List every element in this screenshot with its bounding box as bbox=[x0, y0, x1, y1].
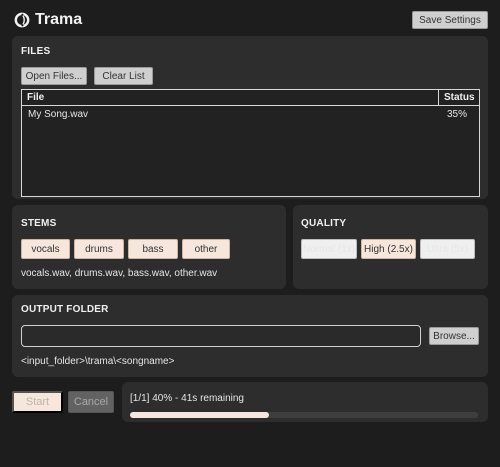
progress-percent: 40% bbox=[152, 393, 173, 404]
file-name-cell: My Song.wav bbox=[28, 109, 89, 120]
output-folder-input[interactable] bbox=[21, 325, 421, 347]
output-title: OUTPUT FOLDER bbox=[21, 304, 109, 315]
file-status-cell: 35% bbox=[446, 109, 467, 120]
quality-high-button[interactable]: High (2.5x) bbox=[361, 239, 416, 259]
quality-title: QUALITY bbox=[301, 218, 347, 229]
progress-remaining: 41s remaining bbox=[181, 393, 244, 404]
quality-ultra-button[interactable]: Ultra (5x) bbox=[420, 239, 475, 259]
progress-separator: - bbox=[175, 393, 179, 404]
progress-bar bbox=[130, 412, 478, 418]
progress-fill bbox=[130, 412, 270, 418]
cancel-button[interactable]: Cancel bbox=[68, 391, 114, 413]
stem-chip-other[interactable]: other bbox=[182, 239, 230, 259]
progress-status: [1/1] 40% - 41s remaining bbox=[130, 393, 244, 404]
start-button[interactable]: Start bbox=[12, 391, 63, 413]
file-table-header: File Status bbox=[22, 90, 479, 106]
progress-counter: [1/1] bbox=[130, 393, 150, 404]
clear-list-button[interactable]: Clear List bbox=[94, 67, 153, 85]
stem-chip-drums[interactable]: drums bbox=[74, 239, 124, 259]
stems-title: STEMS bbox=[21, 218, 57, 229]
output-pattern: <input_folder>\trama\<songname> bbox=[21, 356, 175, 367]
trama-logo-icon bbox=[14, 12, 30, 28]
files-title: FILES bbox=[21, 46, 51, 57]
quality-normal-button[interactable]: Normal (1x) bbox=[301, 239, 357, 259]
app-title: Trama bbox=[35, 11, 83, 28]
open-files-button[interactable]: Open Files... bbox=[21, 67, 87, 85]
table-row[interactable]: My Song.wav 35% bbox=[22, 107, 479, 121]
file-table[interactable]: File Status My Song.wav 35% bbox=[21, 89, 480, 197]
column-header-status[interactable]: Status bbox=[444, 92, 475, 103]
stem-chip-vocals[interactable]: vocals bbox=[21, 239, 70, 259]
stems-summary: vocals.wav, drums.wav, bass.wav, other.w… bbox=[21, 268, 218, 279]
stem-chip-bass[interactable]: bass bbox=[128, 239, 178, 259]
column-divider bbox=[438, 90, 439, 106]
column-header-file[interactable]: File bbox=[27, 92, 44, 103]
save-settings-button[interactable]: Save Settings bbox=[412, 11, 488, 29]
browse-button[interactable]: Browse... bbox=[429, 327, 479, 345]
